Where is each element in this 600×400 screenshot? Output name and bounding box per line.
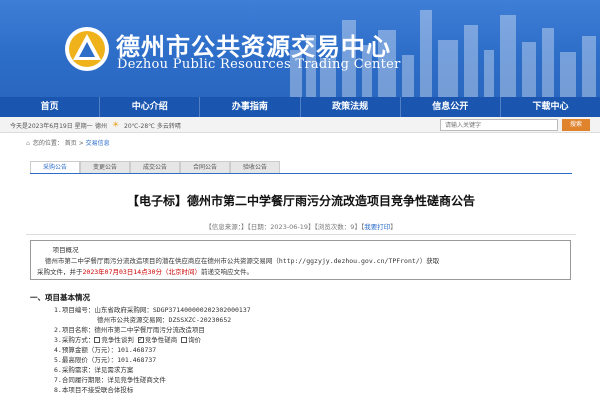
method-label: 3.采购方式：	[54, 336, 95, 344]
tab-change[interactable]: 变更公告	[80, 161, 130, 173]
method-option-3: 询价	[188, 336, 202, 344]
checkbox-inquiry	[181, 337, 188, 343]
nav-disclosure[interactable]: 信息公开	[401, 97, 501, 117]
page-title: 【电子标】德州市第二中学餐厅雨污分流改造项目竞争性磋商公告	[126, 194, 475, 208]
meta-end: 】	[390, 223, 397, 231]
project-info-list: 1.项目编号：山东省政府采购网：SDGP37140000020230200013…	[54, 305, 251, 395]
section-heading: 一、项目基本情况	[30, 293, 90, 302]
site-subtitle: Dezhou Public Resources Trading Center	[117, 57, 401, 72]
breadcrumb-current[interactable]: 交易信息	[86, 140, 110, 147]
header-banner: 德州市公共资源交易中心 Dezhou Public Resources Trad…	[0, 0, 600, 97]
meta-text: 【信息来源：】【日期：2023-06-19】【浏览次数：9】【	[205, 223, 365, 231]
tab-contract[interactable]: 合同公告	[180, 161, 230, 173]
tab-deal[interactable]: 成交公告	[130, 161, 180, 173]
logo-icon	[65, 27, 109, 71]
checkbox-consultation-checked	[137, 335, 144, 345]
item-consortium: 8.本项目不接受联合体投标	[54, 386, 134, 394]
breadcrumb-prefix: 您的位置：	[32, 140, 63, 147]
item-requirements: 6.采购需求：详见需求方案	[54, 366, 134, 374]
item-project-number-alt: 德州市公共资源交易网：DZSSXZC-20230652	[54, 315, 251, 325]
nav-home[interactable]: 首页	[0, 97, 101, 117]
item-project-number: 1.项目编号：山东省政府采购网：SDGP37140000020230200013…	[54, 306, 251, 314]
tab-acceptance[interactable]: 验收公告	[230, 161, 280, 173]
item-project-name: 2.项目名称：德州市第二中学餐厅雨污分流改造项目	[54, 326, 205, 334]
nav-policy[interactable]: 政策法规	[301, 97, 401, 117]
weather-city: 德州	[95, 123, 108, 130]
divider	[26, 234, 576, 235]
method-option-1: 竞争性谈判	[101, 336, 134, 344]
overview-text-1: 德州市第二中学餐厅雨污分流改造项目的潜在供应商应在德州市公共资源交易网（http…	[44, 257, 440, 265]
article-meta: 【信息来源：】【日期：2023-06-19】【浏览次数：9】【我要打印】	[26, 221, 576, 231]
print-link[interactable]: 我要打印	[364, 223, 390, 231]
location-icon: ⌂	[26, 140, 30, 147]
overview-line-1: 德州市第二中学餐厅雨污分流改造项目的潜在供应商应在德州市公共资源交易网（http…	[37, 256, 564, 267]
nav-about[interactable]: 中心介绍	[100, 97, 201, 117]
tab-procurement[interactable]: 采购公告	[30, 161, 80, 173]
announcement-tabs: 采购公告 变更公告 成交公告 合同公告 验收公告	[30, 161, 572, 174]
item-max-price: 5.最高限价（万元）：101.468737	[54, 356, 157, 364]
overview-heading: 项目概况	[37, 245, 564, 256]
item-budget: 4.预算金额（万元）：101.468737	[54, 346, 157, 354]
project-number-alt-text: 德州市公共资源交易网：DZSSXZC-20230652	[97, 316, 232, 324]
current-date: 今天是2023年6月19日 星期一	[10, 123, 93, 130]
item-procurement-method: 3.采购方式： 竞争性谈判 竞争性磋商 询价	[54, 335, 251, 345]
project-overview-box: 项目概况 德州市第二中学餐厅雨污分流改造项目的潜在供应商应在德州市公共资源交易网…	[30, 240, 571, 280]
nav-guide[interactable]: 办事指南	[200, 97, 301, 117]
breadcrumb: ⌂ 您的位置： 首页 > 交易信息	[26, 138, 110, 147]
nav-downloads[interactable]: 下载中心	[501, 97, 600, 117]
breadcrumb-home[interactable]: 首页	[65, 140, 77, 147]
overview-text-2a: 采购文件，并于	[37, 268, 83, 276]
checkbox-negotiation	[94, 337, 101, 343]
item-contract-period: 7.合同履行期限：详见竞争性磋商文件	[54, 376, 166, 384]
breadcrumb-separator: >	[78, 140, 84, 147]
search-button[interactable]: 搜索	[562, 119, 590, 131]
overview-line-2: 采购文件，并于2023年07月03日14点30分（北京时间）前递交响应文件。	[37, 267, 564, 278]
weather-temperature: 20℃-28℃ 多云转晴	[124, 123, 181, 130]
search-input[interactable]	[440, 119, 558, 131]
cloudy-sun-icon: ☀	[112, 120, 120, 129]
info-bar: 今天是2023年6月19日 星期一 德州 ☀ 20℃-28℃ 多云转晴 搜索	[0, 117, 600, 133]
method-option-2: 竞争性磋商	[144, 336, 178, 344]
overview-text-2b: 前递交响应文件。	[200, 268, 253, 276]
announcement-content: 【电子标】德州市第二中学餐厅雨污分流改造项目竞争性磋商公告 【信息来源：】【日期…	[26, 174, 576, 400]
main-nav: 首页 中心介绍 办事指南 政策法规 信息公开 下载中心	[0, 97, 600, 117]
overview-heading-text: 项目概况	[52, 246, 79, 254]
deadline-text: 2023年07月03日14点30分（北京时间）	[82, 268, 201, 276]
